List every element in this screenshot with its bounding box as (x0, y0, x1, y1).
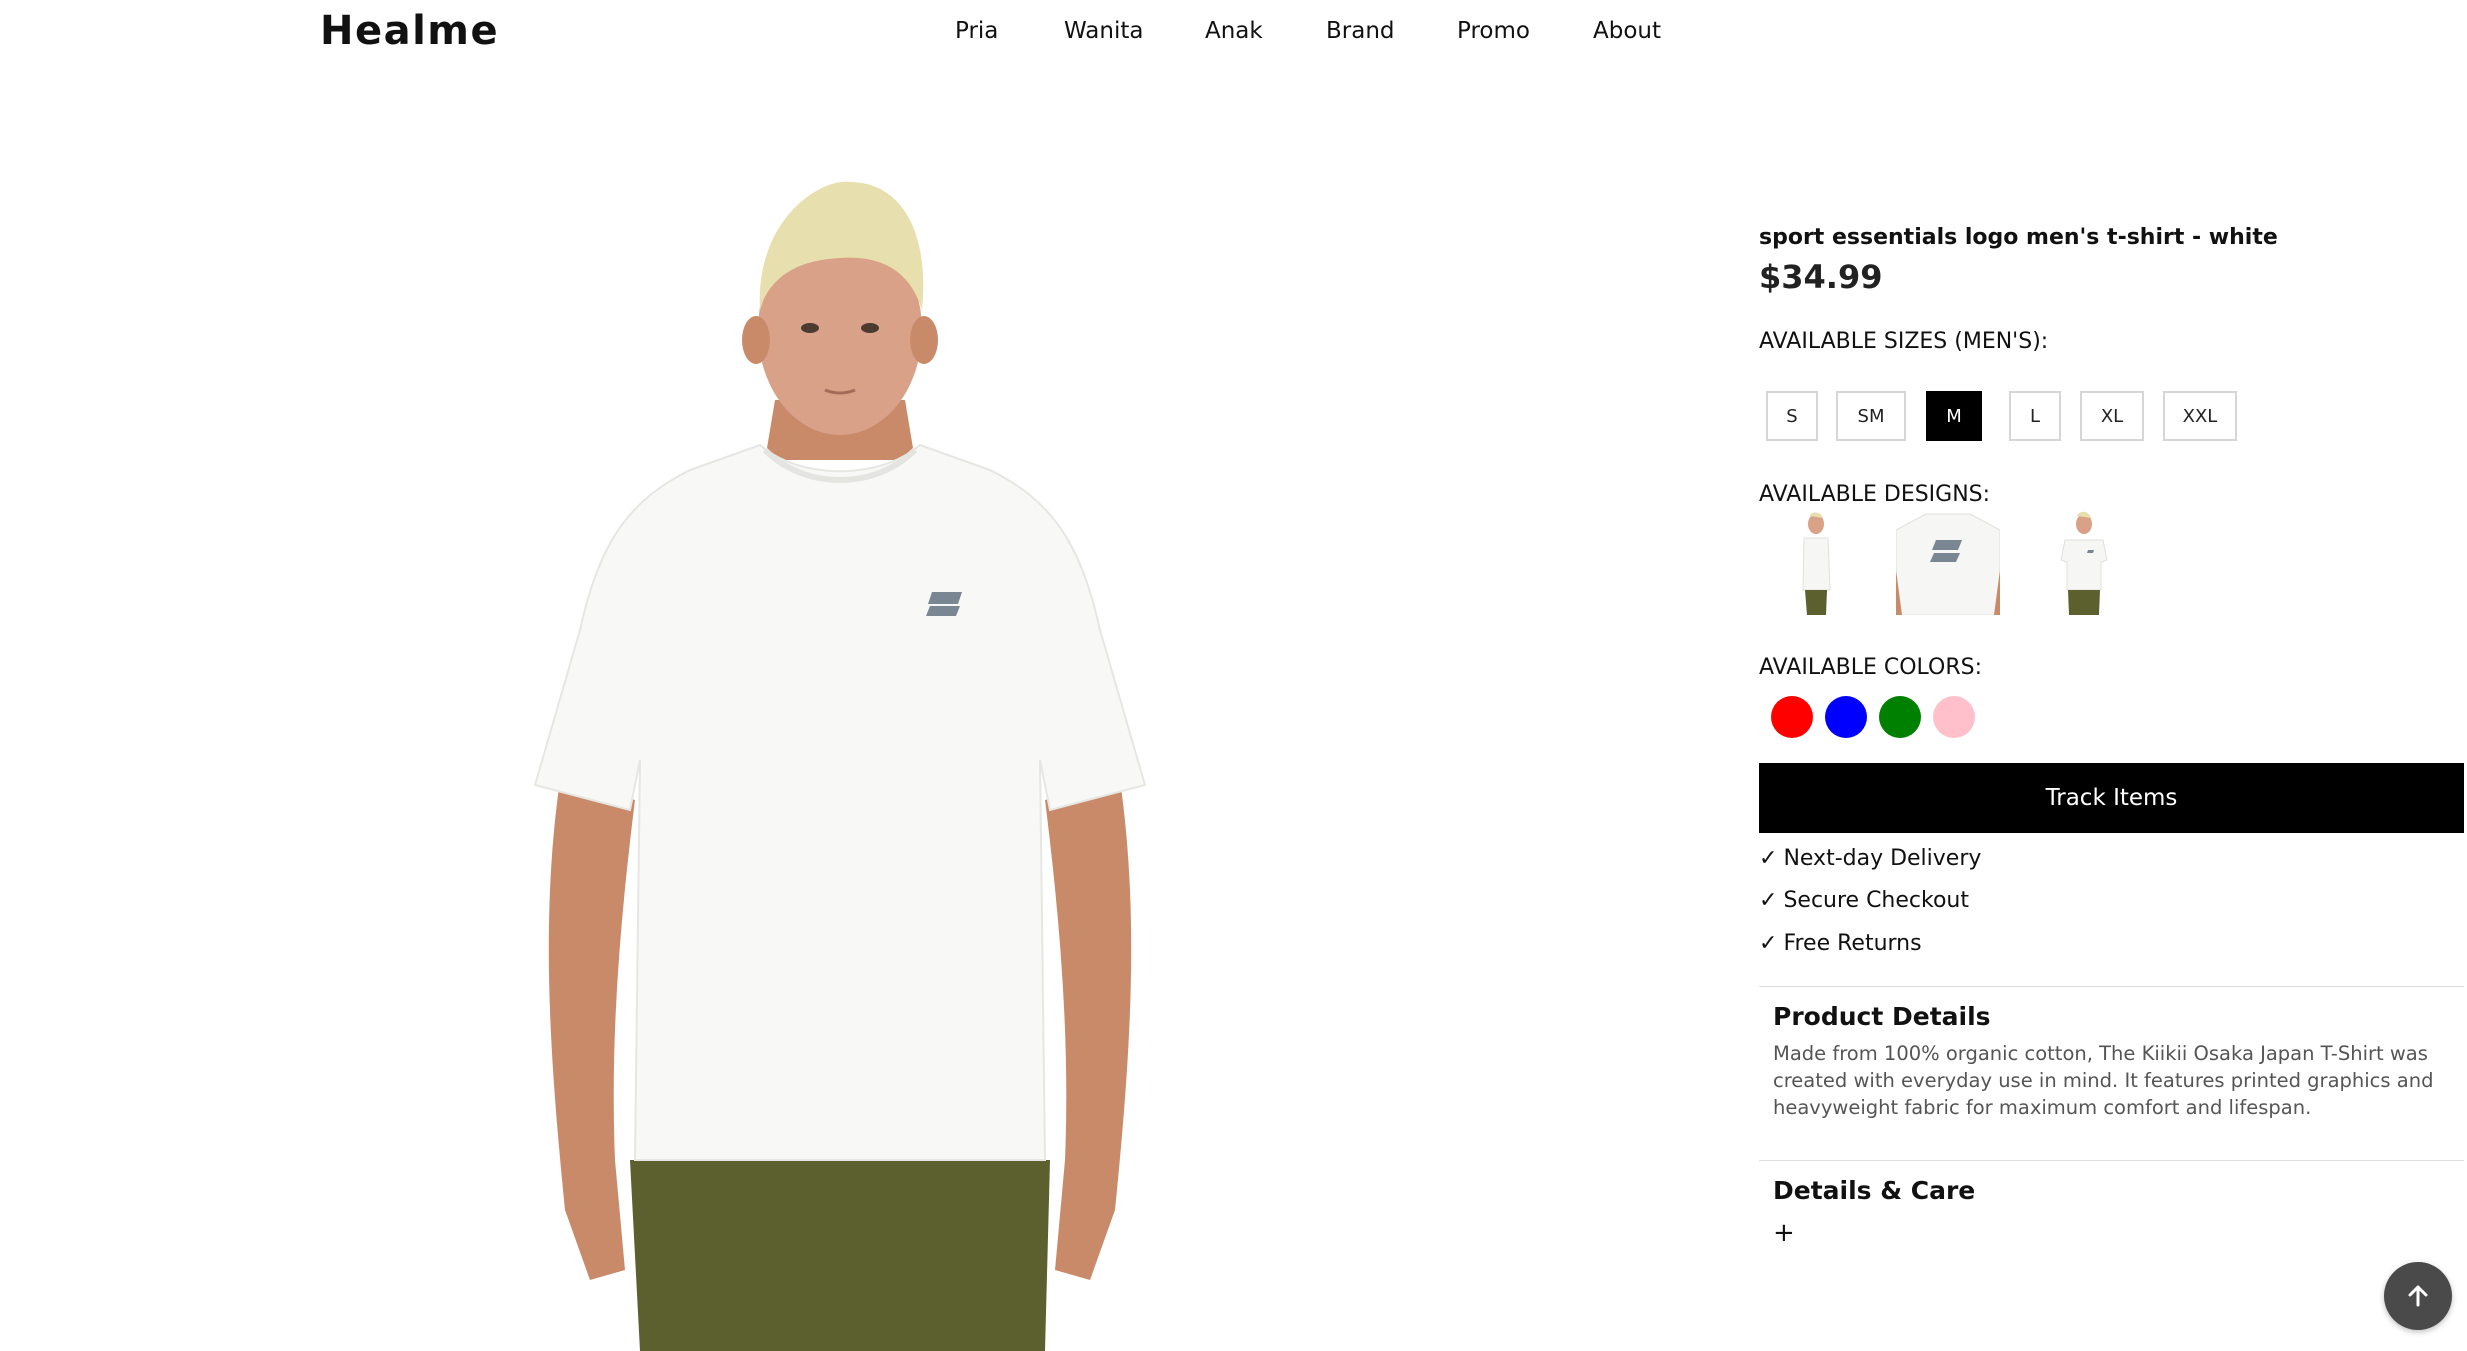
sizes-label: AVAILABLE SIZES (MEN'S): (1759, 329, 2049, 354)
color-swatch-red[interactable] (1771, 696, 1813, 738)
front-view-thumbnail[interactable] (2057, 510, 2111, 615)
perk-free-returns: ✓ Free Returns (1759, 931, 1922, 956)
perk-secure-checkout: ✓ Secure Checkout (1759, 888, 1969, 913)
size-option-xxl[interactable]: XXL (2163, 391, 2237, 441)
size-option-sm[interactable]: SM (1836, 391, 1906, 441)
nav-item-wanita[interactable]: Wanita (1064, 18, 1143, 44)
checkmark-icon: ✓ (1759, 846, 1778, 871)
divider (1759, 986, 2464, 987)
color-swatch-pink[interactable] (1933, 696, 1975, 738)
size-option-xl[interactable]: XL (2080, 391, 2144, 441)
product-model-photo (533, 181, 1147, 1351)
designs-label: AVAILABLE DESIGNS: (1759, 482, 1991, 507)
product-price: $34.99 (1759, 258, 1883, 296)
track-items-button[interactable]: Track Items (1759, 763, 2464, 833)
arrow-up-icon (2408, 1285, 2428, 1307)
scroll-to-top-button[interactable] (2384, 1262, 2452, 1330)
color-swatch-blue[interactable] (1825, 696, 1867, 738)
size-option-l[interactable]: L (2009, 391, 2061, 441)
product-details-text: Made from 100% organic cotton, The Kiiki… (1773, 1042, 2434, 1119)
checkmark-icon: ✓ (1759, 888, 1778, 913)
size-selector: S SM M L XL XXL (1766, 391, 2446, 443)
site-logo[interactable]: Healme (320, 8, 499, 54)
side-view-thumbnail[interactable] (1797, 510, 1835, 615)
nav-item-pria[interactable]: Pria (955, 18, 998, 44)
divider (1759, 1160, 2464, 1161)
colors-label: AVAILABLE COLORS: (1759, 655, 1983, 680)
nav-item-anak[interactable]: Anak (1205, 18, 1263, 44)
size-option-s[interactable]: S (1766, 391, 1818, 441)
checkmark-icon: ✓ (1759, 931, 1778, 956)
back-logo-thumbnail[interactable] (1896, 510, 2000, 615)
details-care-title[interactable]: Details & Care (1773, 1176, 1975, 1205)
design-options (1759, 510, 2464, 615)
details-care-toggle[interactable]: + (1773, 1218, 1795, 1248)
size-option-m[interactable]: M (1926, 391, 1982, 441)
perk-next-day-delivery: ✓ Next-day Delivery (1759, 846, 1982, 871)
product-title: sport essentials logo men's t-shirt - wh… (1759, 225, 2278, 250)
product-image (520, 160, 1160, 1351)
nav-item-about[interactable]: About (1593, 18, 1661, 44)
product-details-title[interactable]: Product Details (1773, 1002, 1991, 1031)
color-swatch-green[interactable] (1879, 696, 1921, 738)
nav-item-brand[interactable]: Brand (1326, 18, 1395, 44)
nav-item-promo[interactable]: Promo (1457, 18, 1530, 44)
